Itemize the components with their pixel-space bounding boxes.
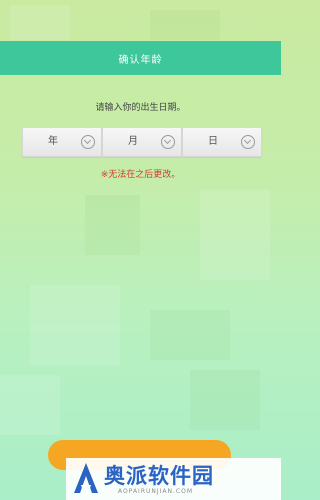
bg-tile [150, 10, 220, 40]
bg-tile [190, 370, 260, 430]
birthdate-prompt: 请输入你的出生日期。 [95, 103, 186, 113]
chevron-down-icon [81, 135, 95, 149]
watermark-text: 奥派软件园 [104, 464, 214, 488]
chevron-down-icon [161, 135, 175, 149]
bg-tile [85, 195, 140, 255]
month-select[interactable]: 月 [102, 127, 182, 157]
bg-tile [150, 310, 230, 360]
bg-tile [200, 190, 270, 280]
bg-tile [30, 285, 120, 365]
page-title: 确认年龄 [118, 54, 163, 66]
year-select-label: 年 [48, 136, 58, 147]
year-select[interactable]: 年 [22, 127, 102, 157]
bg-tile [0, 375, 60, 435]
watermark: 奥派软件园 AOPAIRUNJIAN.COM [66, 458, 281, 500]
bg-tile [10, 5, 70, 40]
month-select-label: 月 [128, 136, 138, 147]
warning-text: ※无法在之后更改。 [100, 170, 181, 180]
watermark-logo-icon [74, 463, 98, 493]
day-select[interactable]: 日 [182, 127, 262, 157]
watermark-subtext: AOPAIRUNJIAN.COM [118, 488, 194, 495]
day-select-label: 日 [208, 136, 218, 147]
chevron-down-icon [241, 135, 255, 149]
header-bar: 确认年龄 [0, 41, 281, 75]
